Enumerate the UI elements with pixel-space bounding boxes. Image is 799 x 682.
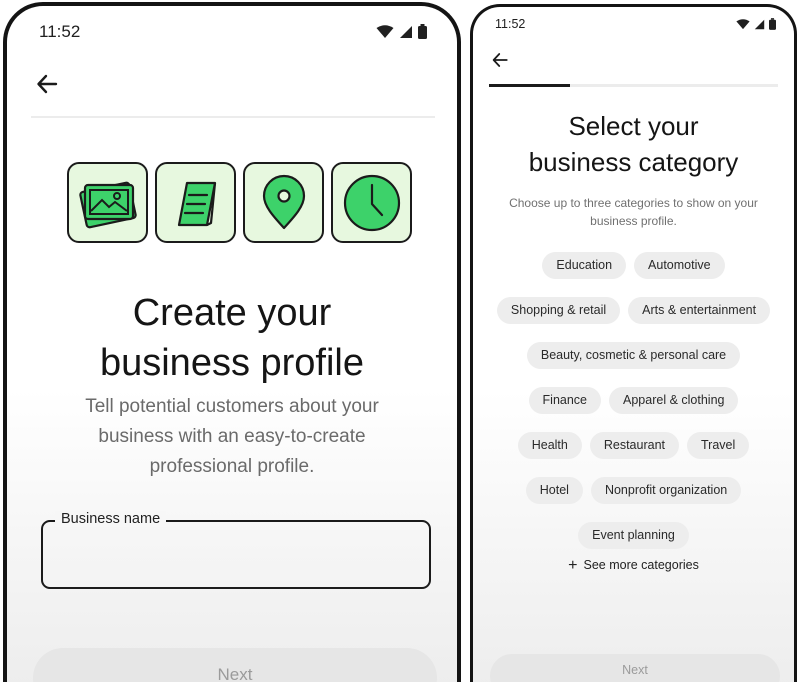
category-chip[interactable]: Education: [542, 252, 627, 279]
wifi-icon: [376, 24, 394, 38]
location-tile: [243, 162, 324, 243]
header-divider: [31, 116, 435, 118]
status-time: 11:52: [39, 22, 81, 41]
page-subtitle: Choose up to three categories to show on…: [509, 196, 758, 228]
category-chip[interactable]: Restaurant: [589, 432, 680, 459]
category-chip[interactable]: Beauty, cosmetic & personal care: [526, 342, 741, 369]
category-chip[interactable]: Travel: [687, 432, 750, 459]
category-chip[interactable]: Shopping & retail: [496, 297, 621, 324]
phone-select-category: 11:52 Select your business category Choo…: [470, 4, 797, 682]
wifi-icon: [736, 18, 750, 29]
screen-divider: [463, 0, 469, 682]
page-title-line2: business category: [528, 147, 739, 177]
category-chip[interactable]: Apparel & clothing: [609, 387, 739, 414]
status-time: 11:52: [495, 17, 526, 31]
category-chip[interactable]: Arts & entertainment: [628, 297, 771, 324]
phone-create-profile: 11:52 Create your business profile Tell …: [3, 2, 461, 682]
page-title-line2: business profile: [99, 342, 365, 384]
category-chip[interactable]: Automotive: [634, 252, 725, 279]
business-name-field[interactable]: Business name: [41, 511, 431, 589]
cellular-icon: [754, 19, 765, 29]
see-more-label: See more categories: [583, 558, 699, 572]
plus-icon: +: [568, 557, 578, 574]
battery-icon: [418, 24, 427, 39]
category-chip[interactable]: Event planning: [578, 522, 689, 549]
back-arrow-icon[interactable]: [35, 72, 59, 96]
next-button[interactable]: Next: [33, 648, 437, 682]
category-chip[interactable]: Health: [517, 432, 582, 459]
page-title: Create your business profile: [7, 288, 457, 388]
feature-tiles: [67, 162, 412, 243]
page-title-line1: Select your: [568, 111, 699, 141]
menu-card-tile: [155, 162, 236, 243]
hours-tile: [331, 162, 412, 243]
back-arrow-icon[interactable]: [491, 51, 509, 69]
page-title: Select your business category: [473, 108, 794, 180]
clock-icon: [343, 174, 400, 231]
status-icons: [736, 18, 776, 30]
battery-icon: [769, 18, 776, 30]
status-icons: [376, 24, 427, 39]
photos-tile: [67, 162, 148, 243]
progress-bar-fill: [489, 84, 570, 87]
cellular-icon: [400, 25, 412, 38]
category-chip[interactable]: Finance: [528, 387, 602, 414]
progress-bar: [489, 84, 778, 87]
category-chip[interactable]: Nonprofit organization: [590, 477, 742, 504]
photos-icon: [78, 181, 137, 228]
category-chips: Education Automotive Shopping & retail A…: [487, 252, 780, 549]
business-name-label: Business name: [55, 511, 167, 527]
next-button[interactable]: Next: [490, 654, 780, 682]
category-chip[interactable]: Hotel: [525, 477, 583, 504]
see-more-categories-button[interactable]: + See more categories: [473, 557, 794, 575]
location-pin-icon: [262, 174, 305, 229]
page-title-line1: Create your: [132, 292, 332, 334]
menu-card-icon: [177, 181, 216, 226]
page-subtitle: Tell potential customers about your busi…: [85, 396, 379, 477]
